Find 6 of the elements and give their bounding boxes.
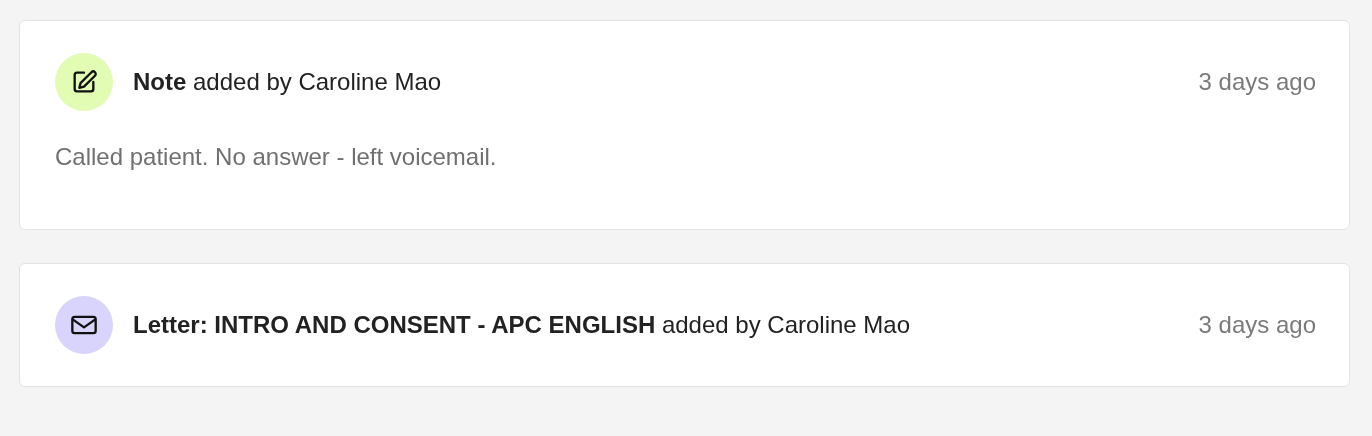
activity-heading: Letter: INTRO AND CONSENT - APC ENGLISH added by Caroline Mao — [133, 311, 912, 339]
envelope-icon — [70, 313, 98, 337]
timestamp: 3 days ago — [1198, 68, 1316, 96]
activity-heading: Note added by Caroline Mao — [133, 68, 443, 96]
note-text: Called patient. No answer - left voicemail. — [55, 143, 498, 171]
timestamp: 3 days ago — [1198, 311, 1316, 339]
